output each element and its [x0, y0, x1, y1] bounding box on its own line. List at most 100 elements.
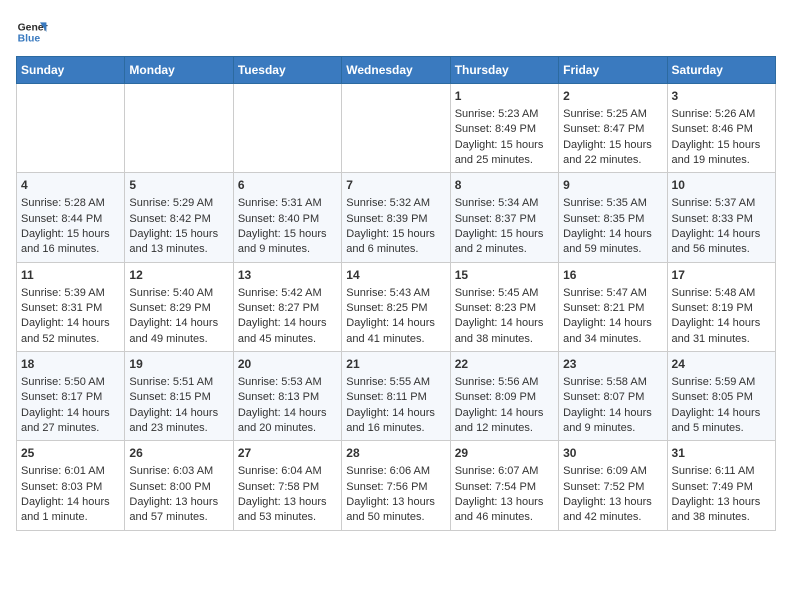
cell-text: and 49 minutes.: [129, 332, 228, 347]
cell-text: Sunrise: 5:42 AM: [238, 286, 337, 301]
calendar-cell: 4Sunrise: 5:28 AMSunset: 8:44 PMDaylight…: [17, 173, 125, 262]
cell-text: Sunset: 7:49 PM: [672, 480, 771, 495]
cell-text: Sunrise: 5:29 AM: [129, 196, 228, 211]
day-number: 4: [21, 177, 120, 194]
cell-text: Sunset: 8:33 PM: [672, 212, 771, 227]
cell-text: and 46 minutes.: [455, 510, 554, 525]
cell-text: Daylight: 15 hours: [563, 138, 662, 153]
cell-text: and 50 minutes.: [346, 510, 445, 525]
cell-text: Sunrise: 6:03 AM: [129, 464, 228, 479]
cell-text: Sunrise: 5:25 AM: [563, 107, 662, 122]
calendar-cell: 13Sunrise: 5:42 AMSunset: 8:27 PMDayligh…: [233, 262, 341, 351]
cell-text: Daylight: 15 hours: [129, 227, 228, 242]
cell-text: and 1 minute.: [21, 510, 120, 525]
calendar-cell: 15Sunrise: 5:45 AMSunset: 8:23 PMDayligh…: [450, 262, 558, 351]
cell-text: Sunset: 8:15 PM: [129, 390, 228, 405]
cell-text: and 41 minutes.: [346, 332, 445, 347]
cell-text: and 23 minutes.: [129, 421, 228, 436]
calendar-cell: 26Sunrise: 6:03 AMSunset: 8:00 PMDayligh…: [125, 441, 233, 530]
cell-text: Sunset: 8:31 PM: [21, 301, 120, 316]
calendar-cell: 27Sunrise: 6:04 AMSunset: 7:58 PMDayligh…: [233, 441, 341, 530]
cell-text: and 53 minutes.: [238, 510, 337, 525]
day-number: 28: [346, 445, 445, 462]
day-number: 13: [238, 267, 337, 284]
calendar-cell: 3Sunrise: 5:26 AMSunset: 8:46 PMDaylight…: [667, 84, 775, 173]
cell-text: and 38 minutes.: [455, 332, 554, 347]
cell-text: Daylight: 13 hours: [672, 495, 771, 510]
calendar-cell: 1Sunrise: 5:23 AMSunset: 8:49 PMDaylight…: [450, 84, 558, 173]
cell-text: and 31 minutes.: [672, 332, 771, 347]
cell-text: Sunset: 8:19 PM: [672, 301, 771, 316]
calendar-header-row: SundayMondayTuesdayWednesdayThursdayFrid…: [17, 57, 776, 84]
cell-text: Daylight: 14 hours: [21, 316, 120, 331]
calendar-cell: 17Sunrise: 5:48 AMSunset: 8:19 PMDayligh…: [667, 262, 775, 351]
cell-text: Sunrise: 6:06 AM: [346, 464, 445, 479]
cell-text: Sunset: 8:39 PM: [346, 212, 445, 227]
cell-text: and 20 minutes.: [238, 421, 337, 436]
calendar-table: SundayMondayTuesdayWednesdayThursdayFrid…: [16, 56, 776, 531]
cell-text: and 9 minutes.: [563, 421, 662, 436]
cell-text: Daylight: 14 hours: [672, 406, 771, 421]
cell-text: Daylight: 14 hours: [455, 406, 554, 421]
calendar-cell: [17, 84, 125, 173]
cell-text: Sunset: 8:21 PM: [563, 301, 662, 316]
week-row-4: 18Sunrise: 5:50 AMSunset: 8:17 PMDayligh…: [17, 352, 776, 441]
logo: General Blue: [16, 16, 48, 48]
calendar-cell: 21Sunrise: 5:55 AMSunset: 8:11 PMDayligh…: [342, 352, 450, 441]
cell-text: Sunset: 7:54 PM: [455, 480, 554, 495]
day-number: 14: [346, 267, 445, 284]
cell-text: Sunset: 8:47 PM: [563, 122, 662, 137]
day-number: 12: [129, 267, 228, 284]
cell-text: Daylight: 13 hours: [238, 495, 337, 510]
cell-text: Sunset: 8:13 PM: [238, 390, 337, 405]
day-number: 18: [21, 356, 120, 373]
calendar-cell: 16Sunrise: 5:47 AMSunset: 8:21 PMDayligh…: [559, 262, 667, 351]
calendar-cell: 20Sunrise: 5:53 AMSunset: 8:13 PMDayligh…: [233, 352, 341, 441]
week-row-1: 1Sunrise: 5:23 AMSunset: 8:49 PMDaylight…: [17, 84, 776, 173]
cell-text: and 5 minutes.: [672, 421, 771, 436]
cell-text: Daylight: 14 hours: [346, 406, 445, 421]
cell-text: Sunset: 8:07 PM: [563, 390, 662, 405]
cell-text: Sunset: 8:00 PM: [129, 480, 228, 495]
cell-text: Sunrise: 5:59 AM: [672, 375, 771, 390]
cell-text: Sunset: 8:46 PM: [672, 122, 771, 137]
cell-text: Daylight: 14 hours: [672, 316, 771, 331]
calendar-cell: 2Sunrise: 5:25 AMSunset: 8:47 PMDaylight…: [559, 84, 667, 173]
calendar-cell: [342, 84, 450, 173]
cell-text: and 57 minutes.: [129, 510, 228, 525]
column-header-saturday: Saturday: [667, 57, 775, 84]
column-header-friday: Friday: [559, 57, 667, 84]
cell-text: Daylight: 13 hours: [346, 495, 445, 510]
cell-text: Sunset: 8:03 PM: [21, 480, 120, 495]
calendar-cell: 22Sunrise: 5:56 AMSunset: 8:09 PMDayligh…: [450, 352, 558, 441]
calendar-cell: 25Sunrise: 6:01 AMSunset: 8:03 PMDayligh…: [17, 441, 125, 530]
day-number: 9: [563, 177, 662, 194]
cell-text: Sunrise: 5:26 AM: [672, 107, 771, 122]
cell-text: Daylight: 15 hours: [346, 227, 445, 242]
cell-text: Sunset: 8:44 PM: [21, 212, 120, 227]
cell-text: Sunrise: 5:32 AM: [346, 196, 445, 211]
cell-text: and 22 minutes.: [563, 153, 662, 168]
day-number: 29: [455, 445, 554, 462]
cell-text: Daylight: 14 hours: [21, 406, 120, 421]
cell-text: Daylight: 14 hours: [346, 316, 445, 331]
day-number: 3: [672, 88, 771, 105]
cell-text: Sunset: 8:17 PM: [21, 390, 120, 405]
calendar-cell: 6Sunrise: 5:31 AMSunset: 8:40 PMDaylight…: [233, 173, 341, 262]
cell-text: and 45 minutes.: [238, 332, 337, 347]
column-header-tuesday: Tuesday: [233, 57, 341, 84]
week-row-3: 11Sunrise: 5:39 AMSunset: 8:31 PMDayligh…: [17, 262, 776, 351]
cell-text: Sunrise: 6:11 AM: [672, 464, 771, 479]
cell-text: Sunrise: 5:51 AM: [129, 375, 228, 390]
cell-text: and 13 minutes.: [129, 242, 228, 257]
calendar-cell: 29Sunrise: 6:07 AMSunset: 7:54 PMDayligh…: [450, 441, 558, 530]
day-number: 21: [346, 356, 445, 373]
cell-text: Daylight: 14 hours: [563, 227, 662, 242]
cell-text: Sunset: 7:58 PM: [238, 480, 337, 495]
calendar-cell: 8Sunrise: 5:34 AMSunset: 8:37 PMDaylight…: [450, 173, 558, 262]
cell-text: Sunset: 8:29 PM: [129, 301, 228, 316]
day-number: 23: [563, 356, 662, 373]
cell-text: Sunset: 8:49 PM: [455, 122, 554, 137]
calendar-cell: 23Sunrise: 5:58 AMSunset: 8:07 PMDayligh…: [559, 352, 667, 441]
cell-text: Sunrise: 6:04 AM: [238, 464, 337, 479]
